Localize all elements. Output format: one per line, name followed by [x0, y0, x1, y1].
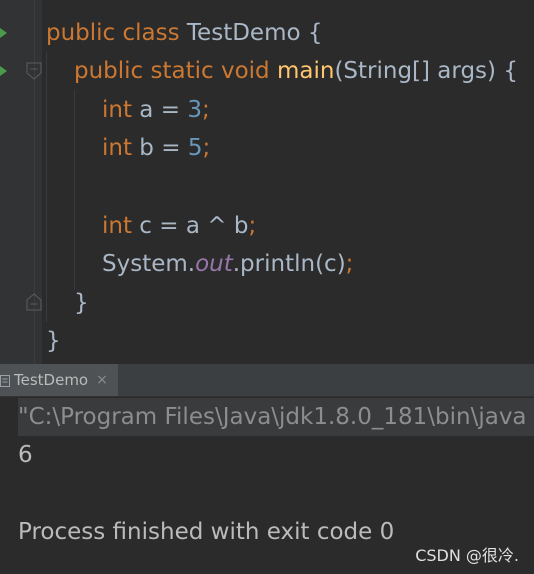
fold-close-icon[interactable]: [26, 293, 42, 311]
code-text: .println(c): [232, 251, 346, 277]
static-field: out: [195, 251, 233, 277]
code-line-6[interactable]: int c = a ^ b;: [102, 207, 256, 245]
number-literal: 3: [187, 97, 202, 123]
semicolon: ;: [201, 97, 210, 123]
semicolon: ;: [202, 135, 211, 161]
semicolon: ;: [345, 251, 354, 277]
indent-guide: [46, 52, 47, 322]
closing-brace: }: [74, 290, 89, 316]
code-editor[interactable]: public class TestDemo { public static vo…: [0, 0, 534, 364]
run-method-icon[interactable]: [0, 66, 7, 76]
keyword: int: [102, 97, 132, 123]
keyword: int: [102, 213, 132, 239]
keyword: public static void: [74, 58, 270, 84]
code-text: c = a ^ b: [132, 213, 249, 239]
code-text: b =: [132, 135, 188, 161]
code-line-1[interactable]: public class TestDemo {: [46, 14, 323, 52]
code-line-8[interactable]: }: [74, 284, 89, 322]
method-params: (String[] args) {: [334, 58, 518, 84]
code-text: System.: [102, 251, 196, 277]
console-exit-message: Process finished with exit code 0: [18, 519, 395, 545]
run-tab-label: TestDemo: [14, 371, 89, 389]
run-tab[interactable]: TestDemo ×: [0, 364, 118, 396]
class-name: TestDemo {: [179, 20, 323, 46]
console-output: 6: [18, 442, 33, 468]
closing-brace: }: [46, 328, 61, 354]
close-icon[interactable]: ×: [96, 364, 108, 396]
number-literal: 5: [187, 135, 203, 161]
keyword: public class: [46, 20, 180, 46]
code-line-4[interactable]: int b = 5;: [102, 129, 210, 167]
fold-open-icon[interactable]: [26, 62, 42, 80]
semicolon: ;: [248, 213, 257, 239]
code-line-9[interactable]: }: [46, 322, 61, 360]
keyword: int: [102, 135, 132, 161]
run-config-icon: [0, 373, 10, 387]
code-line-7[interactable]: System.out.println(c);: [102, 245, 353, 283]
code-line-3[interactable]: int a = 3;: [102, 91, 210, 129]
run-tab-bar: TestDemo ×: [0, 364, 534, 397]
console-command-line[interactable]: "C:\Program Files\Java\jdk1.8.0_181\bin\…: [18, 398, 534, 436]
method-name: main: [276, 58, 335, 84]
code-line-2[interactable]: public static void main(String[] args) {: [74, 52, 518, 90]
code-text: a =: [132, 97, 188, 123]
indent-guide: [74, 90, 75, 290]
run-class-icon[interactable]: [0, 28, 7, 38]
watermark: CSDN @很冷.: [415, 546, 519, 565]
